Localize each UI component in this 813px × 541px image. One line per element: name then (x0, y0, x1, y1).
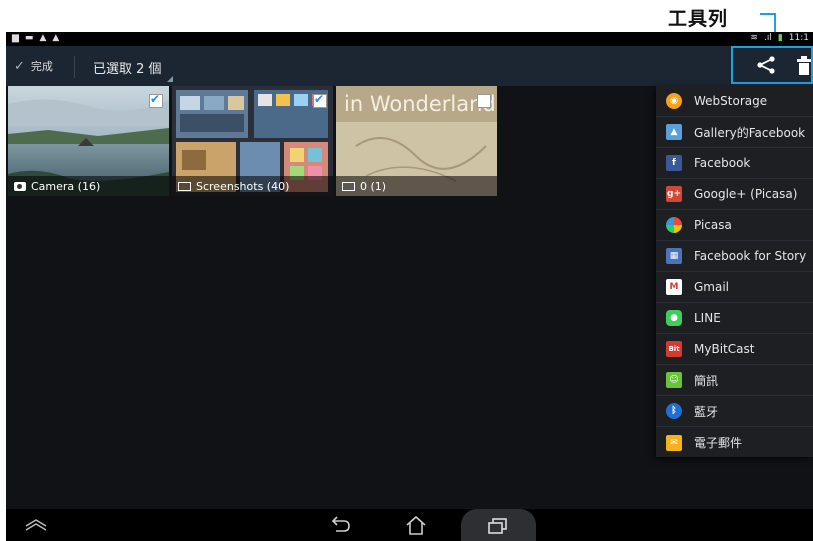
share-item-mybitcast[interactable]: Bit MyBitCast (656, 334, 813, 365)
notification-icons: ▆ ▬ ▲ ▲ (12, 33, 59, 43)
dropdown-corner-icon (167, 76, 173, 82)
webstorage-icon: ◉ (666, 93, 682, 109)
album-caption: Screenshots (40) (172, 176, 333, 196)
thumbnail-text: in Wonderland (344, 92, 496, 116)
album-camera[interactable]: Camera (16) (8, 86, 169, 196)
googleplus-icon: g+ (666, 186, 682, 202)
picasa-icon (666, 217, 682, 233)
action-bar-divider (74, 56, 75, 78)
status-bar: ▆ ▬ ▲ ▲ ≋ .ıl ▮ 11:1 (6, 32, 813, 46)
select-checkbox[interactable] (313, 92, 327, 108)
action-bar: ✓ 完成 已選取 2 個 (6, 46, 813, 86)
warning-icon: ▲ (52, 33, 60, 43)
album-name: Screenshots (40) (196, 179, 290, 193)
share-item-gmail[interactable]: M Gmail (656, 272, 813, 303)
share-icon[interactable] (754, 53, 778, 77)
system-icons: ≋ .ıl ▮ 11:1 (750, 33, 809, 43)
share-item-facebook-story[interactable]: ▦ Facebook for Story (656, 241, 813, 272)
document-icon: ▆ (12, 33, 19, 43)
share-item-label: 簡訊 (694, 373, 719, 388)
asus-menu-icon[interactable] (24, 518, 48, 532)
share-item-messaging[interactable]: ☺ 簡訊 (656, 365, 813, 396)
facebook-story-icon: ▦ (666, 248, 682, 264)
bluetooth-icon: ᛒ (666, 403, 682, 419)
status-time: 11:1 (788, 33, 809, 43)
folder-icon (342, 181, 355, 191)
share-item-label: Gallery的Facebook (694, 125, 806, 140)
messaging-icon: ☺ (666, 372, 682, 388)
share-item-label: 電子郵件 (694, 436, 743, 450)
home-icon[interactable] (404, 514, 428, 536)
share-item-picasa[interactable]: Picasa (656, 210, 813, 241)
share-item-label: WebStorage (694, 94, 768, 108)
folder-icon (178, 181, 191, 191)
share-item-label: Facebook (694, 156, 751, 170)
share-item-googleplus[interactable]: g+ Google+ (Picasa) (656, 179, 813, 210)
share-item-label: Gmail (694, 280, 730, 294)
toolbar-annotation-label: 工具列 (668, 8, 729, 30)
album-name: 0 (1) (360, 179, 387, 193)
mybitcast-icon: Bit (666, 341, 682, 357)
share-item-label: 藍牙 (694, 404, 719, 419)
camera-icon (14, 181, 26, 191)
gallery-icon: ▲ (666, 124, 682, 140)
signal-icon: .ıl (763, 33, 772, 43)
checkmark-icon: ✓ (14, 58, 25, 74)
album-caption: 0 (1) (336, 176, 497, 196)
select-checkbox[interactable] (477, 94, 491, 108)
gmail-icon: M (666, 279, 682, 295)
share-item-gallery-facebook[interactable]: ▲ Gallery的Facebook (656, 117, 813, 148)
image-icon: ▬ (24, 33, 34, 43)
album-caption: Camera (16) (8, 176, 169, 196)
share-item-label: Facebook for Story (694, 249, 807, 263)
share-item-facebook[interactable]: f Facebook (656, 148, 813, 179)
share-item-label: MyBitCast (694, 342, 755, 356)
wifi-icon: ≋ (750, 33, 758, 43)
share-item-webstorage[interactable]: ◉ WebStorage (656, 86, 813, 117)
selection-count[interactable]: 已選取 2 個 (93, 58, 162, 77)
delete-icon[interactable] (796, 54, 812, 76)
album-screenshots[interactable]: Screenshots (40) (172, 86, 333, 196)
share-item-label: Picasa (694, 218, 732, 232)
share-item-label: LINE (694, 311, 721, 325)
warning-icon: ▲ (39, 33, 47, 43)
share-item-email[interactable]: ✉ 電子郵件 (656, 427, 813, 458)
email-icon: ✉ (666, 434, 682, 451)
share-menu: ◉ WebStorage ▲ Gallery的Facebook f Facebo… (656, 86, 813, 457)
share-item-line[interactable]: ● LINE (656, 303, 813, 334)
share-item-label: Google+ (Picasa) (694, 187, 798, 201)
tablet-screen: ▆ ▬ ▲ ▲ ≋ .ıl ▮ 11:1 ✓ 完成 已選取 2 個 ✔ Came… (6, 32, 813, 541)
navigation-bar (6, 509, 813, 541)
share-item-bluetooth[interactable]: ᛒ 藍牙 (656, 396, 813, 427)
done-button[interactable]: ✓ 完成 (14, 58, 53, 74)
battery-icon: ▮ (777, 33, 783, 43)
album-name: Camera (16) (31, 179, 101, 193)
line-icon: ● (666, 310, 682, 326)
back-icon[interactable] (328, 515, 352, 535)
recent-apps-icon[interactable] (486, 516, 510, 536)
album-folder-0[interactable]: in Wonderland 0 (1) (336, 86, 497, 196)
done-label: 完成 (30, 60, 53, 73)
select-checkbox[interactable] (149, 92, 163, 108)
facebook-icon: f (666, 155, 682, 171)
